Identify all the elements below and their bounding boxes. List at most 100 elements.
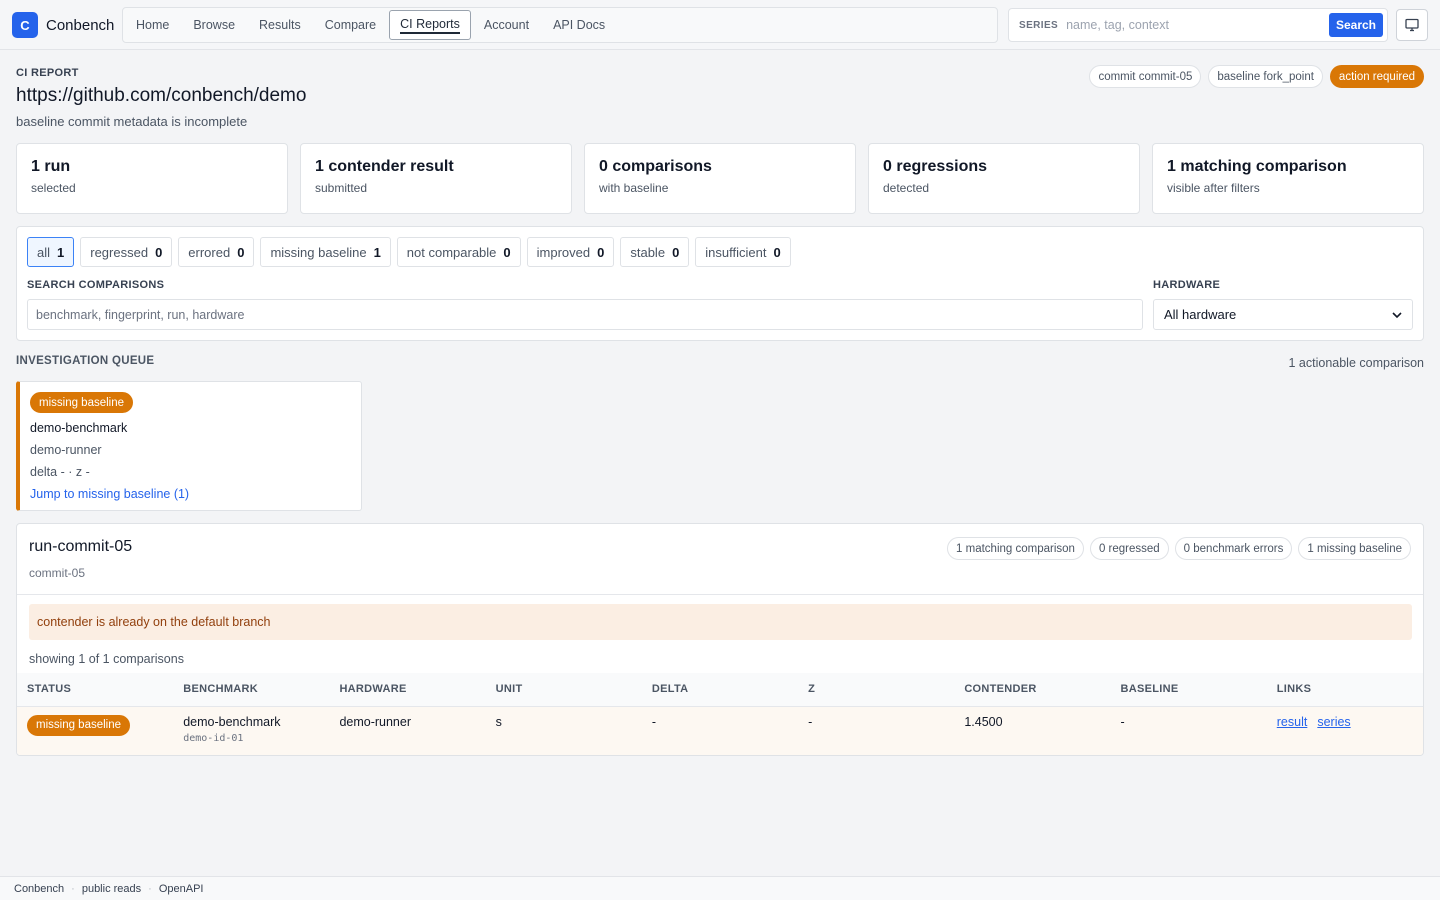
monitor-icon [1405, 18, 1419, 32]
nav-label: Results [259, 18, 301, 32]
nav-label: CI Reports [400, 17, 460, 34]
nav-browse[interactable]: Browse [182, 10, 246, 40]
run-pill-errors: 0 benchmark errors [1174, 537, 1293, 560]
cell-contender: 1.4500 [954, 706, 1111, 755]
column-header-z: Z [798, 673, 955, 707]
divider [17, 594, 1423, 595]
footer-separator: · [71, 882, 75, 895]
hardware-select[interactable]: All hardware [1153, 299, 1413, 330]
chip-label: not comparable [406, 244, 497, 260]
page-eyebrow: CI REPORT [16, 67, 79, 79]
nav-api-docs[interactable]: API Docs [542, 10, 616, 40]
filter-chip-all[interactable]: all 1 [27, 237, 75, 267]
chip-label: missing baseline [270, 244, 367, 260]
filter-chip-regressed[interactable]: regressed 0 [80, 237, 173, 267]
status-badge: missing baseline [30, 392, 134, 413]
page-subtitle: baseline commit metadata is incomplete [16, 114, 248, 129]
result-link[interactable]: result [1277, 715, 1308, 729]
nav-label: Home [136, 18, 170, 32]
page-title: https://github.com/conbench/demo [16, 85, 307, 106]
chip-count: 0 [773, 244, 781, 260]
chevron-down-icon [1392, 311, 1402, 318]
column-header-delta: DELTA [641, 673, 799, 707]
column-header-baseline: BASELINE [1110, 673, 1267, 707]
queue-title: INVESTIGATION QUEUE [16, 355, 155, 367]
column-header-status: STATUS [17, 673, 174, 707]
queue-hardware: demo-runner [30, 443, 102, 457]
hardware-label: HARDWARE [1153, 279, 1221, 291]
chip-count: 0 [597, 244, 605, 260]
commit-badge: commit commit-05 [1089, 65, 1202, 88]
run-notice-text: contender is already on the default bran… [37, 615, 271, 629]
column-header-links: LINKS [1266, 673, 1423, 707]
cell-links: result series [1266, 706, 1423, 755]
chip-count: 0 [237, 244, 245, 260]
queue-metrics: delta - · z - [30, 465, 90, 479]
chip-label: errored [188, 244, 231, 260]
chip-count: 1 [373, 244, 381, 260]
stat-card-regressions: 0 regressions detected [868, 143, 1140, 214]
column-header-contender: CONTENDER [954, 673, 1111, 707]
stat-card-matching: 1 matching comparison visible after filt… [1152, 143, 1424, 214]
footer-link-conbench[interactable]: Conbench [14, 883, 64, 895]
filter-chip-errored[interactable]: errored 0 [178, 237, 255, 267]
footer: Conbench · public reads · OpenAPI [0, 876, 1440, 900]
display-toggle-button[interactable] [1396, 9, 1428, 41]
cell-unit: s [485, 706, 642, 755]
filter-chip-improved[interactable]: improved 0 [526, 237, 615, 267]
queue-card: missing baseline demo-benchmark demo-run… [16, 381, 362, 511]
nav-results[interactable]: Results [248, 10, 312, 40]
filter-chip-missing-baseline[interactable]: missing baseline 1 [260, 237, 391, 267]
footer-link-openapi[interactable]: OpenAPI [159, 883, 204, 895]
brand-name[interactable]: Conbench [46, 17, 114, 34]
series-search-input[interactable] [1066, 18, 1327, 32]
brand-logo[interactable]: C [12, 12, 38, 38]
status-badge: missing baseline [27, 714, 131, 736]
run-title: run-commit-05 [29, 538, 133, 555]
chip-label: all [37, 244, 51, 260]
series-link[interactable]: series [1317, 715, 1350, 729]
filter-chip-stable[interactable]: stable 0 [620, 237, 690, 267]
stat-card-comparisons: 0 comparisons with baseline [584, 143, 856, 214]
stat-label: with baseline [599, 181, 669, 195]
series-search: SERIES Search [1008, 8, 1388, 42]
series-search-button[interactable]: Search [1329, 13, 1383, 37]
nav-label: Compare [324, 18, 377, 32]
filter-chip-insufficient[interactable]: insufficient 0 [695, 237, 791, 267]
jump-to-missing-baseline-link[interactable]: Jump to missing baseline (1) [30, 487, 361, 501]
stat-value: 0 regressions [883, 158, 988, 175]
cell-hardware: demo-runner [329, 706, 486, 755]
chip-count: 0 [503, 244, 511, 260]
stat-value: 1 matching comparison [1167, 158, 1347, 175]
chip-label: stable [630, 244, 666, 260]
column-header-unit: UNIT [485, 673, 642, 707]
showing-count: showing 1 of 1 comparisons [29, 652, 184, 666]
cell-benchmark: demo-benchmark demo-id-01 [173, 706, 330, 755]
chip-count: 1 [57, 244, 65, 260]
stat-card-contender-results: 1 contender result submitted [300, 143, 572, 214]
nav-label: API Docs [553, 18, 606, 32]
search-comparisons-input[interactable] [27, 299, 1143, 330]
queue-benchmark: demo-benchmark [30, 421, 128, 435]
stat-label: selected [31, 181, 76, 195]
nav-ci-reports[interactable]: CI Reports [389, 10, 471, 40]
brand[interactable]: C Conbench [12, 12, 114, 38]
footer-link-public-reads[interactable]: public reads [82, 883, 141, 895]
header-badges: commit commit-05 baseline fork_point act… [1089, 65, 1424, 88]
comparisons-table: STATUS BENCHMARK HARDWARE UNIT DELTA Z C… [17, 673, 1423, 755]
queue-count: 1 actionable comparison [1288, 356, 1425, 370]
stat-cards: 1 run selected 1 contender result submit… [16, 143, 1424, 214]
nav-home[interactable]: Home [125, 10, 180, 40]
nav-account[interactable]: Account [473, 10, 540, 40]
stat-value: 1 run [31, 158, 71, 175]
chip-count: 0 [155, 244, 163, 260]
table-row: missing baseline demo-benchmark demo-id-… [17, 706, 1423, 755]
filter-chip-not-comparable[interactable]: not comparable 0 [396, 237, 521, 267]
benchmark-name: demo-benchmark [183, 714, 281, 729]
stat-label: detected [883, 181, 930, 195]
benchmark-id: demo-id-01 [183, 732, 244, 744]
stat-card-runs: 1 run selected [16, 143, 288, 214]
chip-label: regressed [90, 244, 149, 260]
filter-panel: all 1 regressed 0 errored 0 missing baselin… [16, 226, 1424, 341]
nav-compare[interactable]: Compare [314, 10, 387, 40]
